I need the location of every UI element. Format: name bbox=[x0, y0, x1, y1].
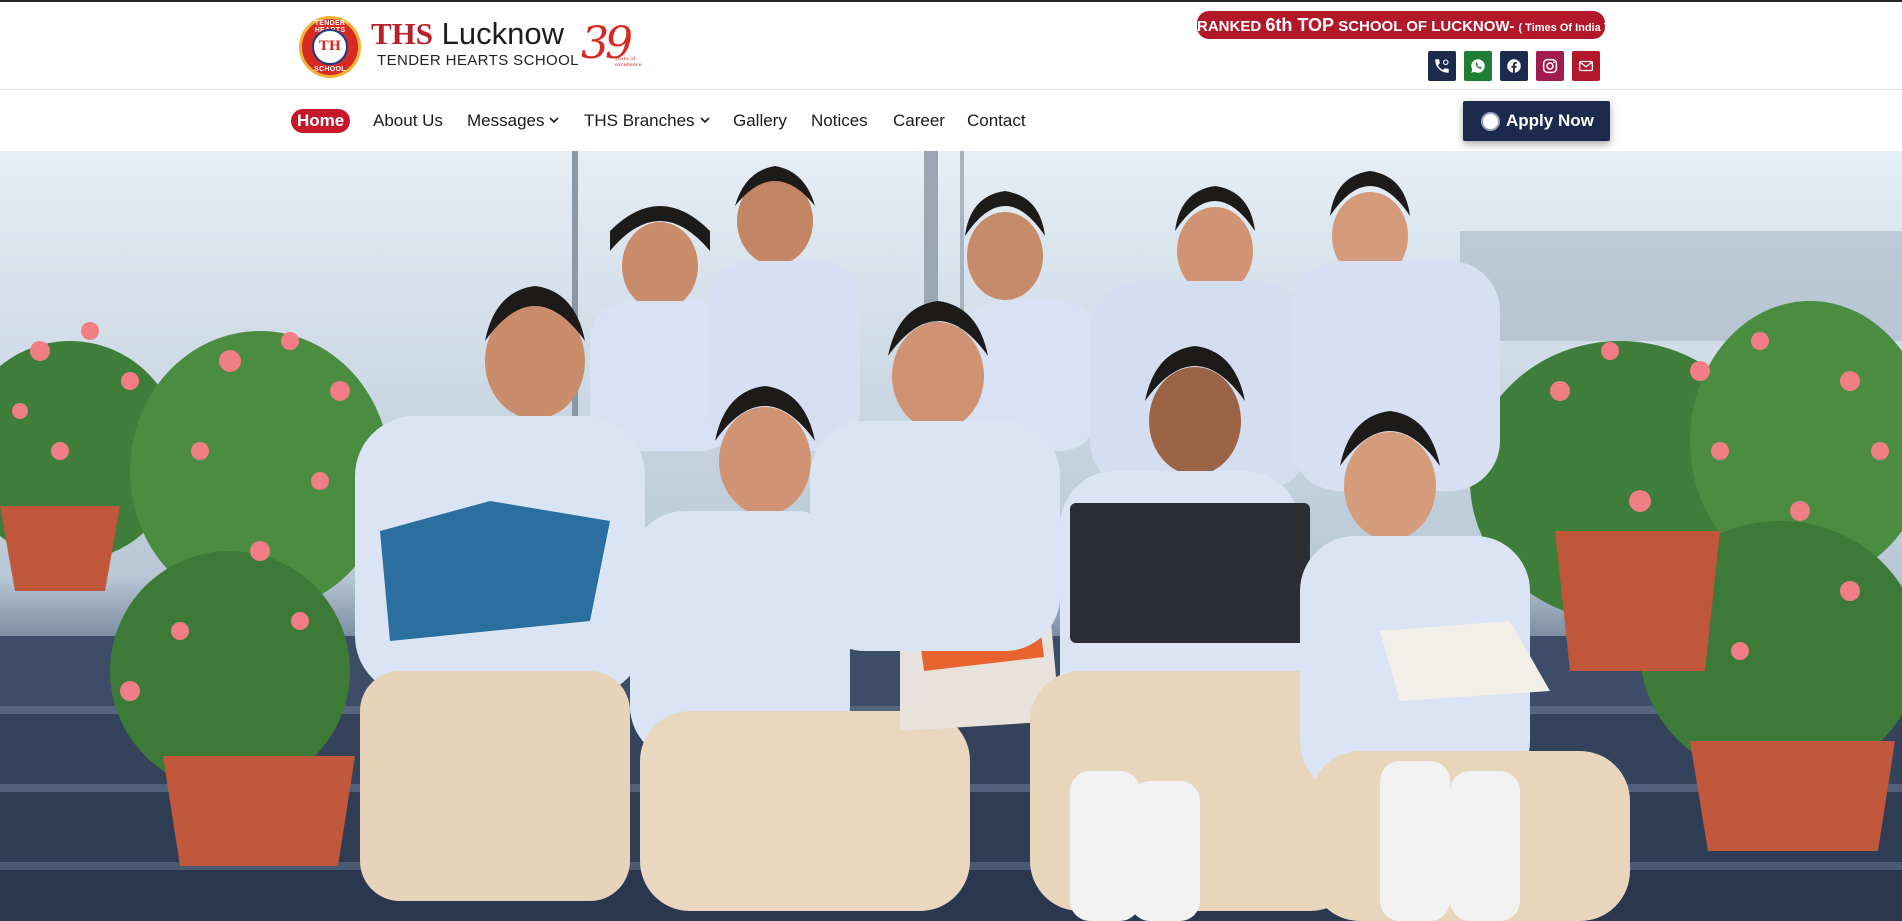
logo-emblem: TH bbox=[312, 29, 348, 65]
brand-title: THS Lucknow bbox=[371, 16, 579, 52]
chevron-down-icon bbox=[699, 117, 710, 124]
phone-icon bbox=[1435, 59, 1449, 73]
nav-home[interactable]: Home bbox=[291, 109, 351, 133]
chevron-down-icon bbox=[549, 117, 560, 124]
nav-ths-branches-label: THS Branches bbox=[584, 111, 695, 130]
brand-subtitle: TENDER HEARTS SCHOOL bbox=[377, 52, 579, 69]
apply-now-label: Apply Now bbox=[1506, 111, 1594, 130]
logo-bottom-text: SCHOOL bbox=[314, 66, 346, 73]
anniversary-caption: years of excellence bbox=[615, 56, 642, 68]
whatsapp-button[interactable] bbox=[1464, 51, 1492, 81]
phone-button[interactable] bbox=[1428, 51, 1456, 81]
instagram-icon bbox=[1542, 58, 1558, 74]
facebook-button[interactable] bbox=[1500, 51, 1528, 81]
brand-ths: THS bbox=[371, 16, 434, 51]
nav-notices[interactable]: Notices bbox=[811, 109, 868, 133]
nav-contact[interactable]: Contact bbox=[967, 109, 1026, 133]
ranking-banner: RANKED 6th TOP SCHOOL OF LUCKNOW- ( Time… bbox=[1197, 11, 1608, 39]
school-logo[interactable]: TENDER HEARTS TH SCHOOL bbox=[299, 16, 361, 78]
site-header: TENDER HEARTS TH SCHOOL THS Lucknow TEND… bbox=[0, 2, 1902, 90]
mail-icon bbox=[1578, 60, 1594, 72]
nav-messages-label: Messages bbox=[467, 111, 545, 130]
brand[interactable]: THS Lucknow TENDER HEARTS SCHOOL bbox=[371, 16, 579, 69]
toggle-dot-icon bbox=[1481, 112, 1500, 131]
ranked-mid: SCHOOL OF LUCKNOW- bbox=[1334, 18, 1519, 35]
nav-ths-branches[interactable]: THS Branches bbox=[584, 109, 711, 133]
hero-banner bbox=[0, 151, 1902, 921]
main-nav: Home About Us Messages THS Branches Gall… bbox=[0, 91, 1902, 151]
facebook-icon bbox=[1507, 59, 1521, 73]
ranked-big: 6th TOP bbox=[1265, 15, 1335, 35]
nav-career[interactable]: Career bbox=[893, 109, 945, 133]
nav-messages[interactable]: Messages bbox=[467, 109, 560, 133]
nav-gallery[interactable]: Gallery bbox=[733, 109, 787, 133]
apply-now-button[interactable]: Apply Now bbox=[1463, 101, 1610, 141]
ranked-pre: RANKED bbox=[1197, 18, 1266, 35]
instagram-button[interactable] bbox=[1536, 51, 1564, 81]
anniversary-badge: 39 years of excellence bbox=[581, 22, 642, 69]
mail-button[interactable] bbox=[1572, 51, 1600, 81]
logo-monogram: TH bbox=[319, 39, 341, 54]
ranked-source: ( Times Of India ) bbox=[1518, 22, 1608, 34]
hero-image bbox=[0, 151, 1902, 921]
nav-about-us[interactable]: About Us bbox=[373, 109, 443, 133]
whatsapp-icon bbox=[1471, 59, 1485, 73]
brand-city: Lucknow bbox=[433, 16, 564, 51]
